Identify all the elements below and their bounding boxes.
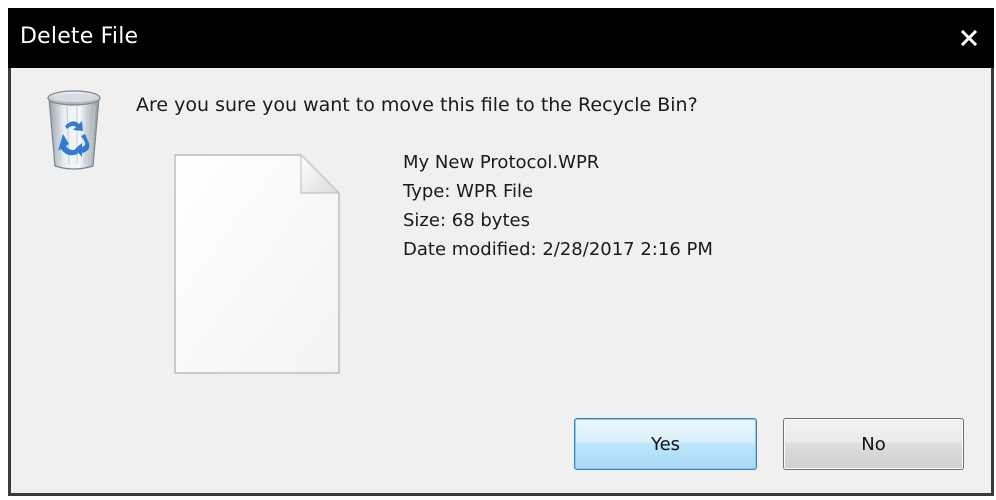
window-title: Delete File bbox=[20, 24, 139, 49]
file-type: Type: WPR File bbox=[403, 181, 534, 202]
close-button[interactable] bbox=[944, 8, 994, 68]
file-name: My New Protocol.WPR bbox=[403, 152, 600, 173]
delete-file-dialog: Delete File Are you sure you want to mov… bbox=[8, 8, 994, 496]
title-bar[interactable]: Delete File bbox=[8, 8, 994, 68]
confirmation-question: Are you sure you want to move this file … bbox=[136, 94, 698, 116]
frame-bottom-border bbox=[8, 493, 994, 496]
file-size: Size: 68 bytes bbox=[403, 210, 530, 231]
recycle-bin-icon bbox=[47, 90, 101, 170]
file-date-modified: Date modified: 2/28/2017 2:16 PM bbox=[403, 239, 713, 260]
no-button[interactable]: No bbox=[783, 418, 964, 470]
frame-left-border bbox=[8, 68, 11, 496]
close-icon bbox=[960, 29, 978, 47]
blank-document-icon bbox=[174, 153, 341, 374]
frame-right-border bbox=[991, 68, 994, 496]
yes-button[interactable]: Yes bbox=[574, 418, 757, 470]
file-details: My New Protocol.WPR Type: WPR File Size:… bbox=[403, 148, 713, 264]
